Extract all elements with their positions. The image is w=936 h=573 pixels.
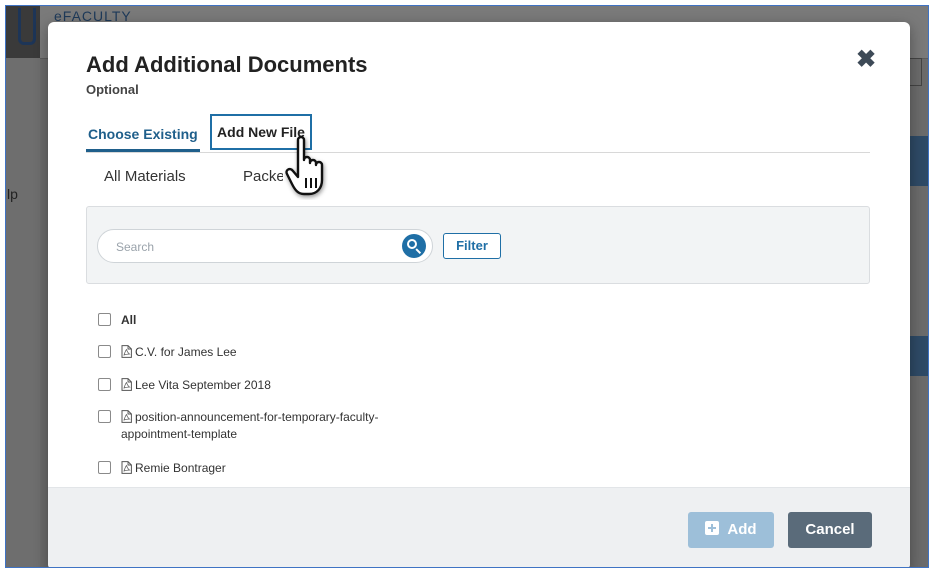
list-item: Lee Vita September 2018 <box>98 377 271 394</box>
list-item: C.V. for James Lee <box>98 344 237 361</box>
cancel-button[interactable]: Cancel <box>788 512 872 548</box>
pdf-icon <box>121 461 132 474</box>
file-checkbox[interactable] <box>98 461 111 474</box>
file-checkbox[interactable] <box>98 345 111 358</box>
pdf-icon <box>121 345 132 358</box>
screenshot-frame: eFACULTY lp Add Additional Documents Opt… <box>5 5 929 568</box>
file-label: Remie Bontrager <box>135 461 226 475</box>
select-all-checkbox[interactable] <box>98 313 111 326</box>
add-documents-modal: Add Additional Documents Optional ✖ Choo… <box>48 22 910 567</box>
pdf-icon <box>121 410 132 423</box>
file-checkbox[interactable] <box>98 378 111 391</box>
list-item: Remie Bontrager <box>98 460 226 477</box>
subtab-packets[interactable]: Packets <box>243 168 283 185</box>
list-item-all: All <box>98 312 136 329</box>
list-item: position-announcement-for-temporary-facu… <box>98 409 378 443</box>
modal-subtitle: Optional <box>86 82 139 97</box>
file-checkbox[interactable] <box>98 410 111 423</box>
file-label: Lee Vita September 2018 <box>135 378 271 392</box>
add-button[interactable]: Add <box>688 512 774 548</box>
search-input[interactable] <box>114 230 398 264</box>
background-sidebar <box>6 58 40 567</box>
tab-choose-existing[interactable]: Choose Existing <box>86 116 200 152</box>
background-logo <box>6 6 40 58</box>
file-label: All <box>121 313 137 327</box>
tab-add-new-file[interactable]: Add New File <box>210 114 312 150</box>
add-button-label: Add <box>727 521 757 538</box>
search-icon[interactable] <box>402 234 426 258</box>
search-panel: Filter <box>86 206 870 284</box>
modal-footer: Add Cancel <box>48 487 910 567</box>
logo-mark-icon <box>18 8 36 45</box>
file-label: C.V. for James Lee <box>135 345 237 359</box>
search-box <box>97 229 433 264</box>
file-label-line-2: appointment-template <box>121 427 238 441</box>
pdf-icon <box>121 378 132 391</box>
plus-square-icon <box>705 521 720 535</box>
modal-tabs: Choose Existing Add New File <box>86 114 870 153</box>
subtab-all-materials[interactable]: All Materials <box>104 168 186 185</box>
filter-button[interactable]: Filter <box>443 233 501 259</box>
file-label-line-1: position-announcement-for-temporary-facu… <box>135 410 379 424</box>
modal-title: Add Additional Documents <box>86 52 368 77</box>
close-icon[interactable]: ✖ <box>854 48 878 72</box>
file-label: position-announcement-for-temporary-facu… <box>121 409 379 443</box>
background-help-fragment: lp <box>7 186 18 202</box>
